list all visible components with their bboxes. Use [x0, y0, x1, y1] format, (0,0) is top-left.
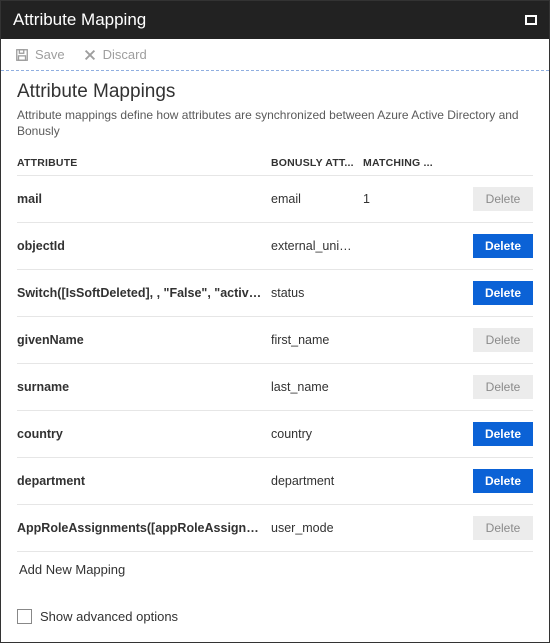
cell-matching [359, 317, 441, 364]
cell-attribute: givenName [17, 317, 267, 364]
cell-bonusly: status [267, 270, 359, 317]
mapping-table: ATTRIBUTE BONUSLY ATT... MATCHING ... ma… [17, 149, 533, 552]
table-row[interactable]: Switch([IsSoftDeleted], , "False", "acti… [17, 270, 533, 317]
cell-action: Delete [441, 505, 533, 552]
cell-matching [359, 364, 441, 411]
cell-action: Delete [441, 176, 533, 223]
cell-action: Delete [441, 270, 533, 317]
col-header-attribute[interactable]: ATTRIBUTE [17, 149, 267, 176]
cell-attribute: AppRoleAssignments([appRoleAssignments]) [17, 505, 267, 552]
cell-action: Delete [441, 223, 533, 270]
panel-title: Attribute Mapping [13, 10, 146, 30]
save-button[interactable]: Save [15, 47, 65, 62]
table-row[interactable]: countrycountry Delete [17, 411, 533, 458]
cell-action: Delete [441, 317, 533, 364]
save-label: Save [35, 47, 65, 62]
advanced-options-row: Show advanced options [17, 605, 533, 624]
discard-label: Discard [103, 47, 147, 62]
delete-button: Delete [473, 328, 533, 352]
cell-action: Delete [441, 458, 533, 505]
cell-bonusly: last_name [267, 364, 359, 411]
advanced-options-label: Show advanced options [40, 609, 178, 624]
discard-button[interactable]: Discard [83, 47, 147, 62]
col-header-matching[interactable]: MATCHING ... [359, 149, 441, 176]
advanced-options-checkbox[interactable] [17, 609, 32, 624]
col-header-bonusly[interactable]: BONUSLY ATT... [267, 149, 359, 176]
section-description: Attribute mappings define how attributes… [17, 107, 533, 139]
cell-attribute: country [17, 411, 267, 458]
delete-button[interactable]: Delete [473, 234, 533, 258]
table-row[interactable]: givenNamefirst_name Delete [17, 317, 533, 364]
cell-matching [359, 223, 441, 270]
cell-matching [359, 270, 441, 317]
delete-button: Delete [473, 187, 533, 211]
col-header-actions [441, 149, 533, 176]
cell-bonusly: first_name [267, 317, 359, 364]
toolbar: Save Discard [1, 39, 549, 71]
delete-button: Delete [473, 516, 533, 540]
table-row[interactable]: surnamelast_name Delete [17, 364, 533, 411]
cell-matching [359, 411, 441, 458]
cell-attribute: mail [17, 176, 267, 223]
content-area: Attribute Mappings Attribute mappings de… [1, 71, 549, 642]
cell-action: Delete [441, 411, 533, 458]
cell-matching [359, 458, 441, 505]
cell-attribute: surname [17, 364, 267, 411]
delete-button[interactable]: Delete [473, 281, 533, 305]
add-new-mapping-link[interactable]: Add New Mapping [17, 552, 533, 605]
cell-bonusly: user_mode [267, 505, 359, 552]
delete-button[interactable]: Delete [473, 422, 533, 446]
title-bar: Attribute Mapping [1, 1, 549, 39]
attribute-mapping-panel: Attribute Mapping Save Discard Attribute… [0, 0, 550, 643]
cell-bonusly: external_uniq... [267, 223, 359, 270]
discard-icon [83, 48, 97, 62]
section-title: Attribute Mappings [17, 81, 533, 103]
save-icon [15, 48, 29, 62]
cell-attribute: objectId [17, 223, 267, 270]
cell-attribute: Switch([IsSoftDeleted], , "False", "acti… [17, 270, 267, 317]
table-row[interactable]: departmentdepartment Delete [17, 458, 533, 505]
cell-bonusly: country [267, 411, 359, 458]
cell-bonusly: department [267, 458, 359, 505]
delete-button: Delete [473, 375, 533, 399]
table-row[interactable]: AppRoleAssignments([appRoleAssignments])… [17, 505, 533, 552]
cell-action: Delete [441, 364, 533, 411]
table-row[interactable]: objectIdexternal_uniq... Delete [17, 223, 533, 270]
cell-matching: 1 [359, 176, 441, 223]
cell-attribute: department [17, 458, 267, 505]
maximize-icon[interactable] [525, 15, 537, 25]
cell-bonusly: email [267, 176, 359, 223]
delete-button[interactable]: Delete [473, 469, 533, 493]
table-row[interactable]: mailemail1 Delete [17, 176, 533, 223]
cell-matching [359, 505, 441, 552]
